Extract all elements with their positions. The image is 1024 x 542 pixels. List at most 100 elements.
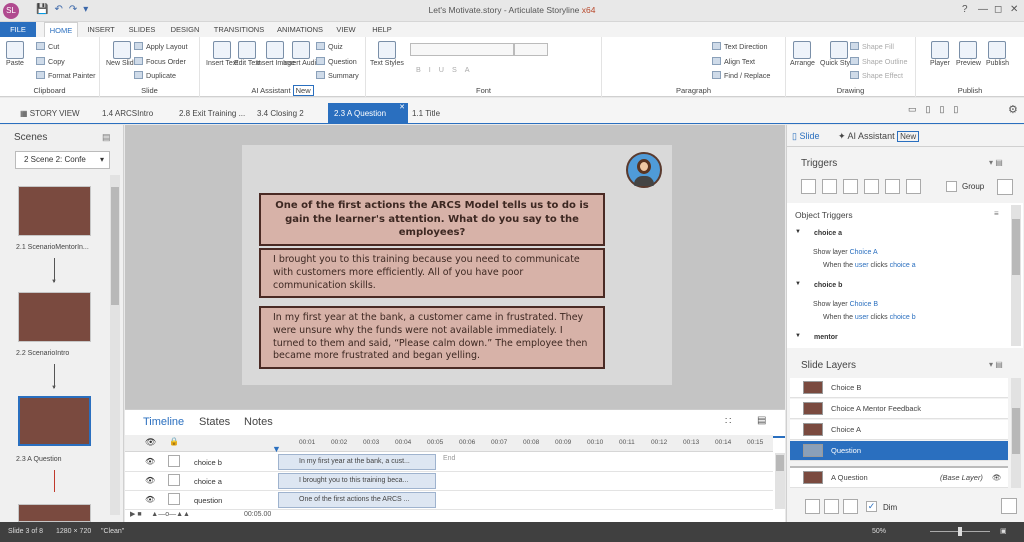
choice-a-box[interactable]: I brought you to this training because y… (259, 248, 605, 299)
align-text-button[interactable]: Align Text (712, 57, 755, 66)
fit-window-icon[interactable]: ▣ (1000, 522, 1007, 542)
slide-thumbnail-3[interactable] (18, 396, 91, 446)
layer-item[interactable]: Choice A (790, 420, 1008, 440)
chevron-down-icon[interactable]: ▼ (795, 281, 801, 287)
timeline-bar[interactable]: In my first year at the bank, a cust... (278, 454, 436, 470)
format-painter-button[interactable]: Format Painter (36, 71, 96, 80)
chevron-down-icon[interactable]: ▼ (795, 229, 801, 235)
apply-layout-button[interactable]: Apply Layout (134, 42, 188, 51)
group-checkbox[interactable] (946, 181, 957, 192)
timeline-options-icon[interactable]: ∷ (725, 416, 731, 427)
copy-button[interactable]: Copy (36, 57, 65, 66)
timeline-row[interactable]: 👁 choice a I brought you to this trainin… (125, 472, 773, 491)
font-family-select[interactable] (410, 43, 514, 56)
gear-icon[interactable]: ⚙ (1008, 103, 1018, 116)
lock-icon[interactable]: 🔒 (169, 437, 179, 446)
eye-icon[interactable]: 👁 (145, 476, 155, 485)
panel-menu-icons[interactable]: ▾ ▤ (989, 158, 1003, 167)
duplicate-button[interactable]: Duplicate (134, 71, 176, 80)
timeline-scrollbar[interactable] (775, 453, 785, 509)
layers-scrollbar[interactable] (1011, 378, 1021, 488)
zoom-slider-thumb[interactable] (958, 527, 962, 536)
lock-checkbox[interactable] (168, 455, 180, 467)
device-preview-icons[interactable]: ▭▯▯▯ (908, 104, 967, 115)
tab-timeline[interactable]: Timeline (143, 416, 184, 428)
tab-animations[interactable]: ANIMATIONS (272, 22, 328, 37)
collapse-all-icon[interactable]: ≡ (994, 209, 999, 218)
dim-checkbox[interactable]: ✓ (866, 501, 877, 512)
trigger-action[interactable]: Show layer Choice B (813, 301, 878, 308)
tab-slides[interactable]: SLIDES (126, 22, 158, 37)
arrange-button[interactable]: Arrange (790, 41, 815, 67)
delete-trigger-button[interactable] (885, 179, 900, 194)
choice-b-box[interactable]: In my first year at the bank, a customer… (259, 306, 605, 370)
tab-exit-training[interactable]: 2.8 Exit Training ... (173, 103, 251, 124)
timeline-row[interactable]: 👁 choice b In my first year at the bank,… (125, 453, 773, 472)
text-styles-button[interactable]: Text Styles (370, 41, 404, 67)
find-replace-button[interactable]: Find / Replace (712, 71, 770, 80)
publish-button[interactable]: Publish (986, 41, 1009, 67)
quiz-button[interactable]: Quiz (316, 42, 343, 51)
eye-icon[interactable]: 👁 (145, 437, 156, 448)
player-button[interactable]: Player (930, 41, 950, 67)
font-size-select[interactable] (514, 43, 548, 56)
tab-closing-2[interactable]: 3.4 Closing 2 (251, 103, 310, 124)
layer-item[interactable]: Choice A Mentor Feedback (790, 399, 1008, 419)
tab-view[interactable]: VIEW (332, 22, 360, 37)
new-layer-button[interactable] (805, 499, 820, 514)
timeline-controls[interactable]: ▶ ■ ▲—o—▲▲ (130, 510, 190, 518)
help-icon[interactable]: ? (962, 4, 968, 15)
eye-icon[interactable]: 👁 (145, 495, 155, 504)
question-text-box[interactable]: One of the first actions the ARCS Model … (259, 193, 605, 246)
scene-select[interactable]: 2 Scene 2: Confe ▾ (15, 151, 110, 169)
timeline-row[interactable]: 👁 question One of the first actions the … (125, 491, 773, 510)
edit-trigger-button[interactable] (822, 179, 837, 194)
scenes-scrollbar[interactable] (110, 175, 120, 515)
layer-settings-button[interactable] (1001, 498, 1017, 514)
timeline-bar[interactable]: I brought you to this training beca... (278, 473, 436, 489)
tab-file[interactable]: FILE (0, 22, 36, 37)
copy-trigger-button[interactable] (843, 179, 858, 194)
tab-slide[interactable]: ▯ Slide (792, 131, 819, 142)
paste-trigger-button[interactable] (864, 179, 879, 194)
move-trigger-button[interactable] (906, 179, 921, 194)
close-tab-icon[interactable]: ✕ (399, 97, 405, 118)
tab-title[interactable]: 1.1 Title (406, 103, 446, 124)
popout-icon[interactable]: ▤ (757, 415, 766, 426)
popout-icon[interactable]: ▤ (102, 132, 111, 143)
tab-story-view[interactable]: ▦ STORY VIEW (14, 103, 86, 124)
focus-order-button[interactable]: Focus Order (134, 57, 186, 66)
slide-thumbnail-2[interactable] (18, 292, 91, 342)
trigger-condition[interactable]: When the user clicks choice a (823, 262, 916, 269)
layer-item-selected[interactable]: Question (790, 441, 1008, 461)
tab-states[interactable]: States (199, 416, 230, 428)
tab-help[interactable]: HELP (368, 22, 396, 37)
duplicate-layer-button[interactable] (824, 499, 839, 514)
chevron-down-icon[interactable]: ▼ (795, 333, 801, 339)
shape-outline-button[interactable]: Shape Outline (850, 57, 908, 66)
lock-checkbox[interactable] (168, 474, 180, 486)
new-slide-button[interactable]: New Slide (106, 41, 138, 67)
shape-fill-button[interactable]: Shape Fill (850, 42, 894, 51)
font-format-buttons[interactable]: BIUSA (416, 65, 478, 74)
tab-transitions[interactable]: TRANSITIONS (210, 22, 268, 37)
panel-menu-icons[interactable]: ▾ ▤ (989, 360, 1003, 369)
new-trigger-button[interactable] (801, 179, 816, 194)
tab-arcs-intro[interactable]: 1.4 ARCSIntro (96, 103, 159, 124)
tab-ai-assistant[interactable]: ✦ AI Assistant New (838, 131, 920, 142)
mentor-avatar[interactable] (626, 152, 662, 188)
trigger-condition[interactable]: When the user clicks choice b (823, 314, 916, 321)
layer-item[interactable]: Choice B (790, 378, 1008, 398)
lock-checkbox[interactable] (168, 493, 180, 505)
trigger-action[interactable]: Show layer Choice A (813, 249, 878, 256)
close-icon[interactable]: ✕ (1010, 4, 1018, 15)
paste-button[interactable]: Paste (6, 41, 24, 67)
tab-design[interactable]: DESIGN (166, 22, 204, 37)
tab-insert[interactable]: INSERT (84, 22, 118, 37)
delete-layer-button[interactable] (843, 499, 858, 514)
insert-audio-button[interactable]: Insert Audio (283, 41, 320, 67)
base-layer-item[interactable]: A Question (Base Layer) 👁 (790, 466, 1008, 488)
tab-a-question[interactable]: 2.3 A Question ✕ (328, 103, 408, 124)
question-button[interactable]: Question (316, 57, 357, 66)
slide-thumbnail-4[interactable] (18, 504, 91, 522)
